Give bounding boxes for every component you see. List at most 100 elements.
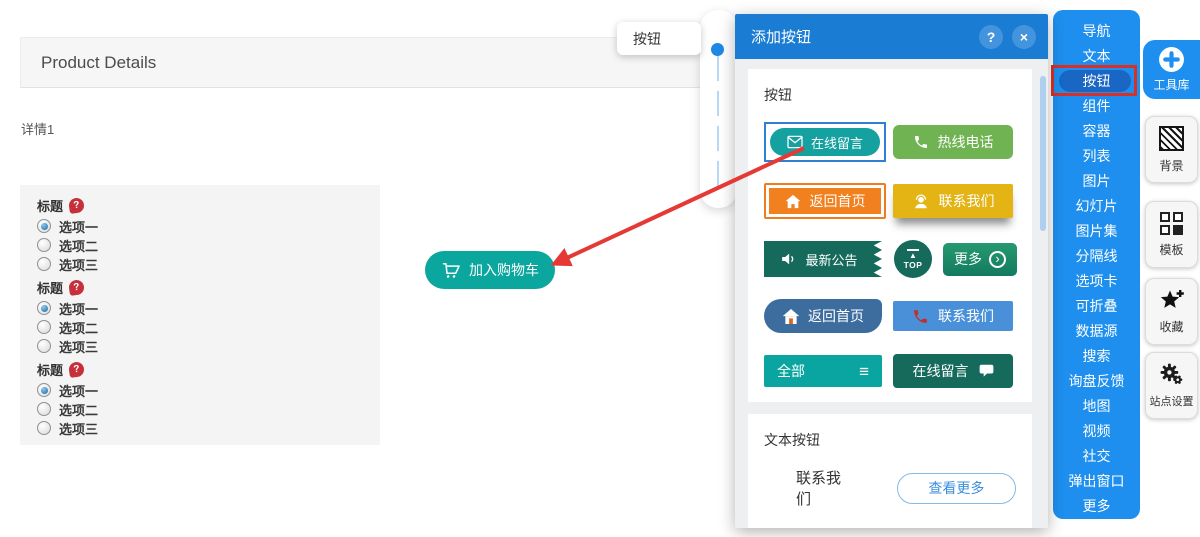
text-buttons-section-label: 文本按钮 bbox=[764, 432, 820, 448]
support-person-icon bbox=[914, 194, 927, 208]
radio-label: 选项三 bbox=[59, 421, 99, 437]
sample-hotline-button[interactable]: 热线电话 bbox=[893, 125, 1013, 159]
template-tool-button[interactable]: 模板 bbox=[1145, 201, 1198, 268]
sidebar-item-tabs[interactable]: 选项卡 bbox=[1053, 269, 1140, 294]
button-sample-row: 全部 ≡ 在线留言 bbox=[764, 354, 1016, 388]
dialog-help-button[interactable]: ? bbox=[979, 24, 1003, 49]
sidebar-item-button-active[interactable]: 按钮 bbox=[1051, 65, 1140, 96]
option-group: 标题 ? 选项一 选项二 选项三 bbox=[37, 278, 380, 355]
sidebar-item-datasource[interactable]: 数据源 bbox=[1053, 319, 1140, 344]
sidebar-item-popup[interactable]: 弹出窗口 bbox=[1053, 469, 1140, 494]
radio-button[interactable] bbox=[37, 257, 51, 271]
background-tool-button[interactable]: 背景 bbox=[1145, 116, 1198, 183]
sample-contact-us-alt-button[interactable]: 联系我们 bbox=[893, 301, 1013, 331]
sidebar-item-nav[interactable]: 导航 bbox=[1053, 19, 1140, 44]
radio-button[interactable] bbox=[37, 219, 51, 233]
sidebar-item-more[interactable]: 更多 bbox=[1053, 494, 1140, 519]
plus-circle-icon bbox=[1159, 47, 1184, 72]
sidebar-item-gallery[interactable]: 图片集 bbox=[1053, 219, 1140, 244]
anchor-dot[interactable] bbox=[713, 151, 723, 161]
chevron-right-circle-icon: › bbox=[989, 250, 1006, 268]
favorites-tool-button[interactable]: 收藏 bbox=[1145, 278, 1198, 345]
option-group-title: 标题 ? bbox=[37, 196, 380, 215]
radio-row: 选项一 bbox=[37, 383, 380, 399]
option-group: 标题 ? 选项一 选项二 选项三 bbox=[37, 360, 380, 437]
radio-row: 选项三 bbox=[37, 257, 380, 273]
radio-button[interactable] bbox=[37, 301, 51, 315]
toolbox-tab[interactable]: 工具库 bbox=[1143, 40, 1200, 99]
sample-back-home-button[interactable]: 返回首页 bbox=[764, 183, 886, 219]
sample-top-button[interactable]: ▲ TOP bbox=[894, 240, 932, 278]
radio-row: 选项三 bbox=[37, 421, 380, 437]
anchor-dot[interactable] bbox=[713, 186, 723, 196]
sample-label: 热线电话 bbox=[937, 134, 994, 150]
sidebar-item-inquiry[interactable]: 询盘反馈 bbox=[1053, 369, 1140, 394]
radio-row: 选项一 bbox=[37, 219, 380, 235]
radio-button[interactable] bbox=[37, 383, 51, 397]
radio-button[interactable] bbox=[37, 238, 51, 252]
speech-bubble-icon bbox=[979, 364, 993, 377]
detail-label: 详情1 bbox=[21, 122, 55, 137]
sample-latest-news-button[interactable]: 最新公告 bbox=[764, 241, 882, 277]
add-button-dialog: 添加按钮 ? × 按钮 在线留言 热线电话 返回首页 联系我们 最新公告 ▲ T… bbox=[735, 14, 1048, 528]
sidebar-item-search[interactable]: 搜索 bbox=[1053, 344, 1140, 369]
help-badge-icon[interactable]: ? bbox=[68, 197, 85, 214]
dialog-close-button[interactable]: × bbox=[1012, 24, 1036, 49]
option-group-title: 标题 ? bbox=[37, 278, 380, 297]
text-contact-us-button[interactable]: 联系我们 bbox=[796, 467, 852, 509]
sample-label: 联系我们 bbox=[938, 193, 995, 209]
view-more-button[interactable]: 查看更多 bbox=[896, 472, 1016, 504]
sample-online-message-alt-button[interactable]: 在线留言 bbox=[893, 354, 1013, 388]
button-sample-row: 在线留言 热线电话 bbox=[764, 122, 1016, 162]
sidebar-item-collapsible[interactable]: 可折叠 bbox=[1053, 294, 1140, 319]
sidebar-item-social[interactable]: 社交 bbox=[1053, 444, 1140, 469]
sample-back-home-alt-button[interactable]: 返回首页 bbox=[764, 299, 882, 333]
radio-label: 选项一 bbox=[59, 383, 99, 399]
template-label: 模板 bbox=[1159, 242, 1184, 257]
sample-more-button[interactable]: 更多 › bbox=[943, 242, 1017, 276]
sidebar-item-map[interactable]: 地图 bbox=[1053, 394, 1140, 419]
sample-all-button[interactable]: 全部 ≡ bbox=[764, 355, 882, 387]
text-buttons-section-card: 文本按钮 联系我们 查看更多 bbox=[748, 414, 1032, 528]
text-button-row: 联系我们 查看更多 bbox=[764, 467, 1016, 509]
sample-label: 更多 bbox=[954, 251, 982, 267]
radio-label: 选项二 bbox=[59, 238, 99, 254]
sample-online-message-button[interactable]: 在线留言 bbox=[770, 128, 880, 156]
buttons-section-label: 按钮 bbox=[764, 87, 792, 103]
radio-row: 选项一 bbox=[37, 301, 380, 317]
add-to-cart-button[interactable]: 加入购物车 bbox=[425, 251, 555, 289]
sidebar-item-image[interactable]: 图片 bbox=[1053, 169, 1140, 194]
anchor-dot[interactable] bbox=[713, 81, 723, 91]
help-badge-icon[interactable]: ? bbox=[68, 279, 85, 296]
sidebar-item-list[interactable]: 列表 bbox=[1053, 144, 1140, 169]
sample-label: 在线留言 bbox=[810, 135, 863, 151]
radio-button[interactable] bbox=[37, 320, 51, 334]
anchor-tooltip: 按钮 bbox=[617, 22, 701, 55]
site-settings-tool-button[interactable]: 站点设置 bbox=[1145, 352, 1198, 419]
radio-label: 选项三 bbox=[59, 339, 99, 355]
options-panel: 标题 ? 选项一 选项二 选项三 标题 ? 选项一 选项二 选项三 标题 ? 选… bbox=[20, 185, 380, 445]
gears-icon bbox=[1160, 363, 1183, 384]
sidebar-item-divider[interactable]: 分隔线 bbox=[1053, 244, 1140, 269]
help-badge-icon[interactable]: ? bbox=[68, 361, 85, 378]
dialog-header[interactable]: 添加按钮 ? × bbox=[735, 14, 1048, 59]
radio-label: 选项二 bbox=[59, 402, 99, 418]
radio-row: 选项三 bbox=[37, 339, 380, 355]
anchor-dot-active[interactable] bbox=[711, 43, 724, 56]
sidebar-item-text[interactable]: 文本 bbox=[1053, 44, 1140, 69]
sample-label: 返回首页 bbox=[808, 308, 864, 324]
sample-contact-us-button[interactable]: 联系我们 bbox=[893, 184, 1013, 218]
sample-label: 在线留言 bbox=[912, 363, 969, 379]
radio-button[interactable] bbox=[37, 339, 51, 353]
anchor-dot[interactable] bbox=[713, 116, 723, 126]
radio-label: 选项一 bbox=[59, 219, 99, 235]
dialog-title: 添加按钮 bbox=[751, 29, 812, 46]
dialog-scrollbar-thumb[interactable] bbox=[1040, 76, 1046, 231]
sidebar-item-container[interactable]: 容器 bbox=[1053, 119, 1140, 144]
sidebar-item-video[interactable]: 视频 bbox=[1053, 419, 1140, 444]
radio-button[interactable] bbox=[37, 402, 51, 416]
radio-button[interactable] bbox=[37, 421, 51, 435]
sidebar-item-component[interactable]: 组件 bbox=[1053, 94, 1140, 119]
toolbox-label: 工具库 bbox=[1153, 78, 1190, 92]
sidebar-item-slideshow[interactable]: 幻灯片 bbox=[1053, 194, 1140, 219]
